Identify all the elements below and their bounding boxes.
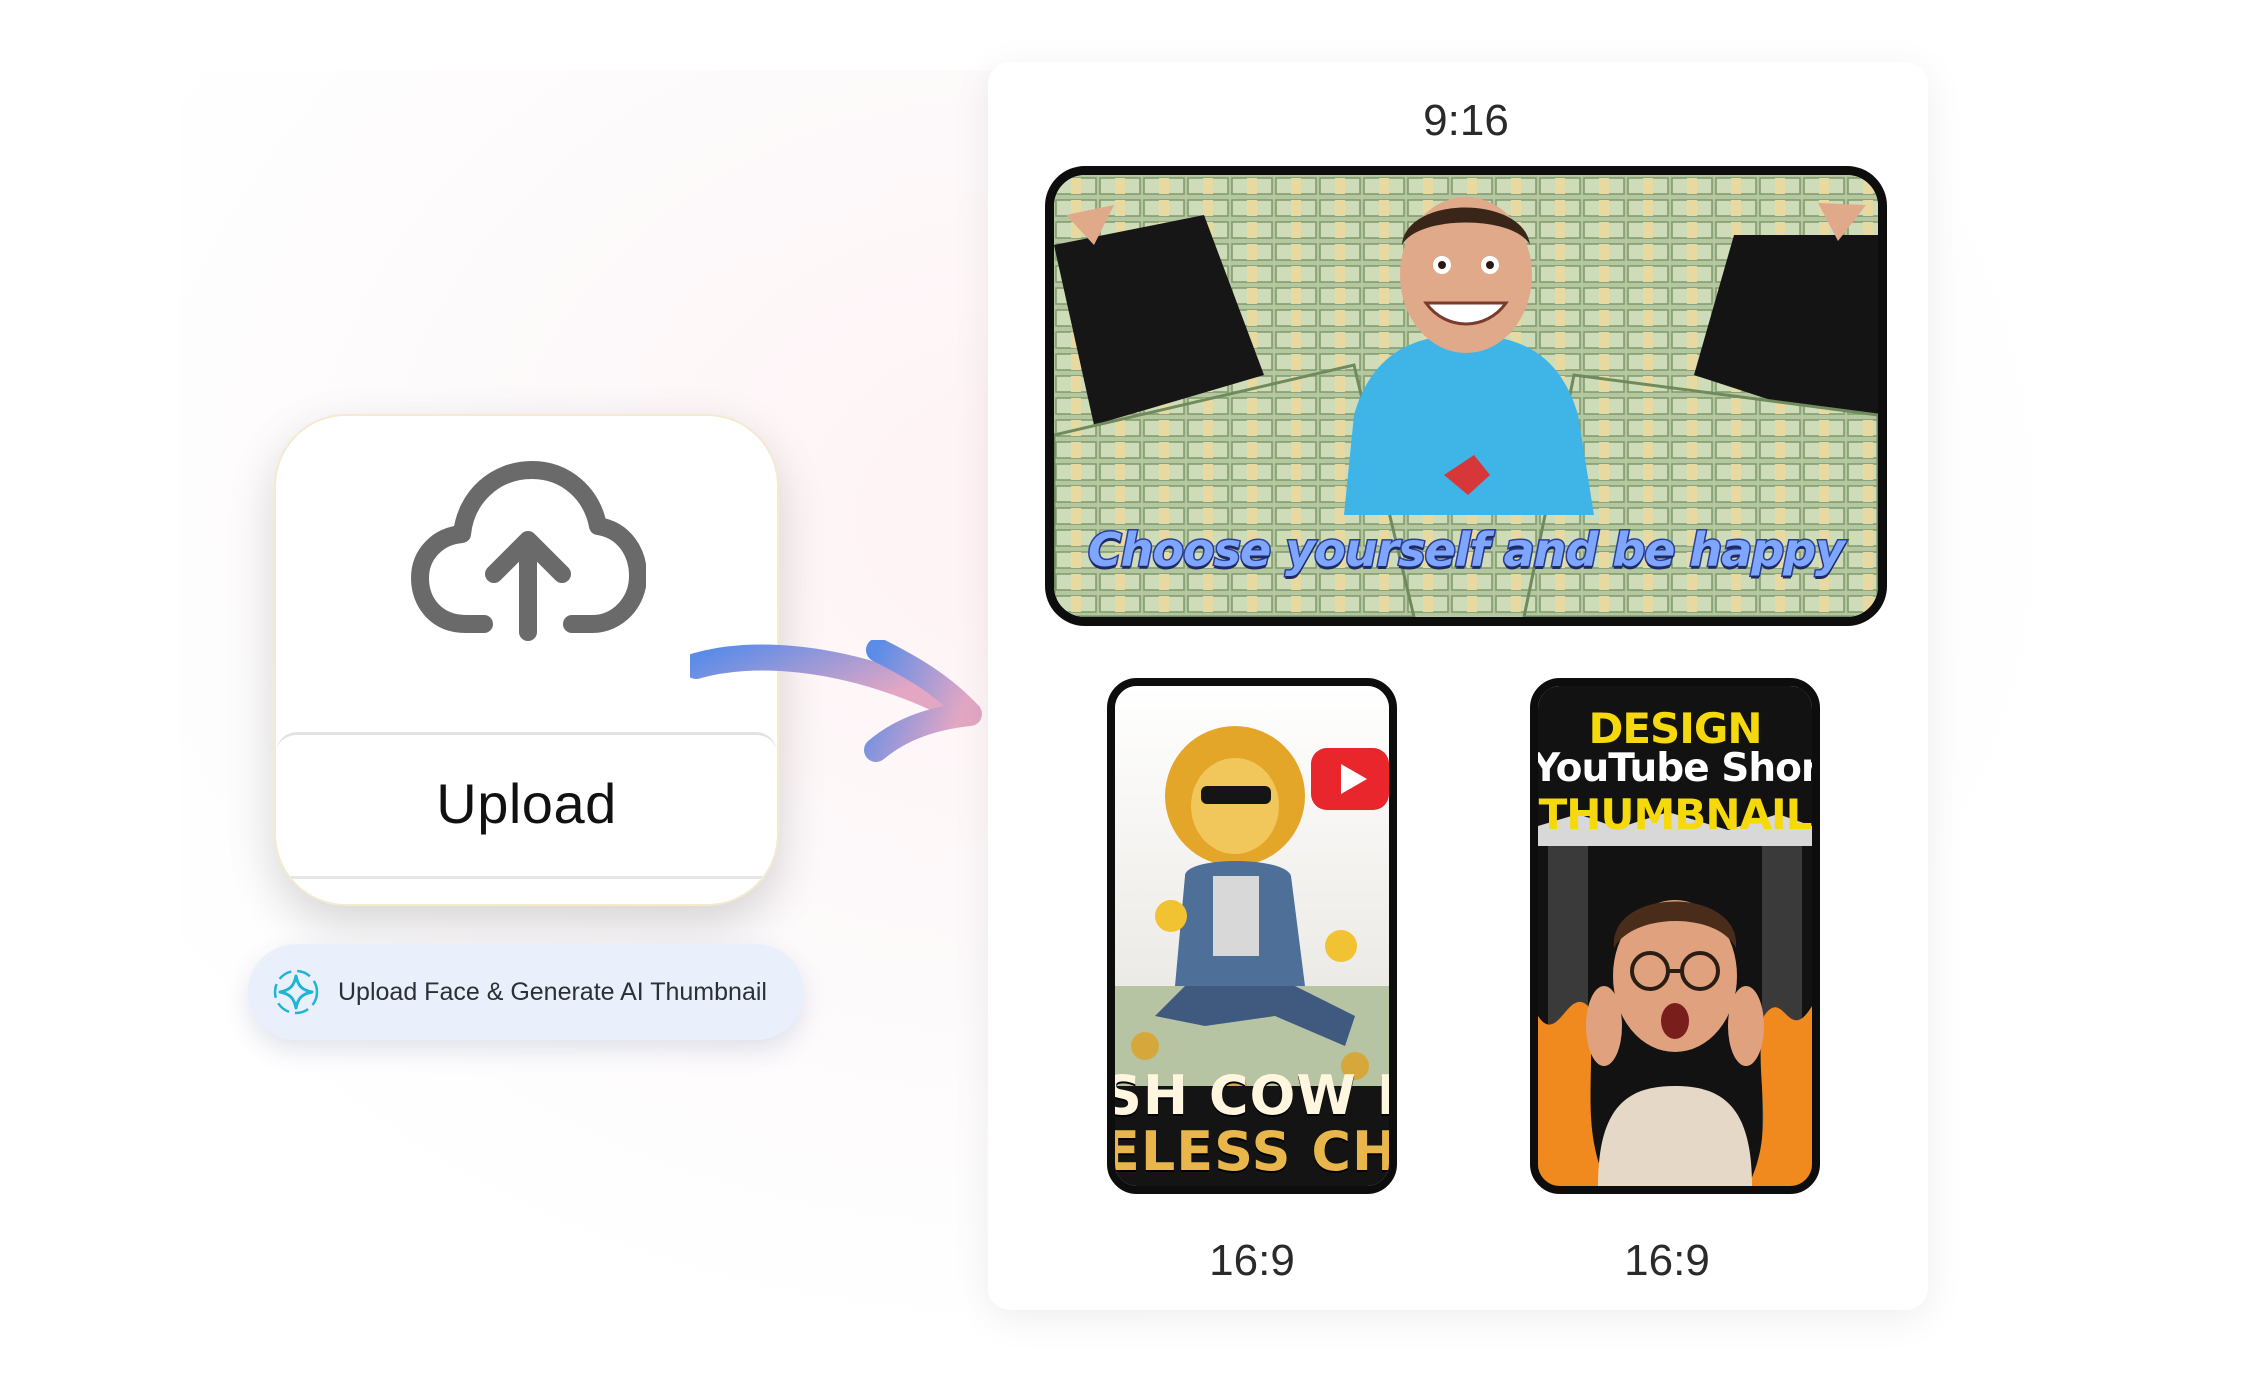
landscape-caption: Choose yourself and be happy (1086, 522, 1846, 579)
generate-thumbnail-pill[interactable]: Upload Face & Generate AI Thumbnail (248, 944, 804, 1040)
ratio-label-right: 16:9 (1624, 1236, 1710, 1285)
thumbnail-landscape[interactable]: Choose yourself and be happy (1045, 166, 1887, 626)
thumbnail-portrait-shorts[interactable]: DESIGN YouTube Shorts THUMBNAIL (1530, 678, 1820, 1194)
shorts-line-2: YouTube Shorts (1532, 746, 1820, 791)
generate-thumbnail-label: Upload Face & Generate AI Thumbnail (338, 977, 767, 1006)
shorts-line-3: THUMBNAIL (1538, 790, 1812, 839)
sparkle-icon (273, 969, 319, 1015)
lion-line-2: ELESS CHAN (1107, 1120, 1397, 1183)
cloud-upload-icon (411, 461, 646, 641)
lion-line-1: SH COW DI (1107, 1064, 1389, 1127)
upload-label[interactable]: Upload (276, 771, 777, 836)
thumbnail-portrait-lion[interactable]: SH COW DI ELESS CHAN (1107, 678, 1397, 1194)
ratio-label-top: 9:16 (1423, 96, 1509, 145)
ratio-label-left: 16:9 (1209, 1236, 1295, 1285)
card-divider-bottom (276, 876, 777, 879)
curved-arrow-right-icon (690, 640, 982, 762)
